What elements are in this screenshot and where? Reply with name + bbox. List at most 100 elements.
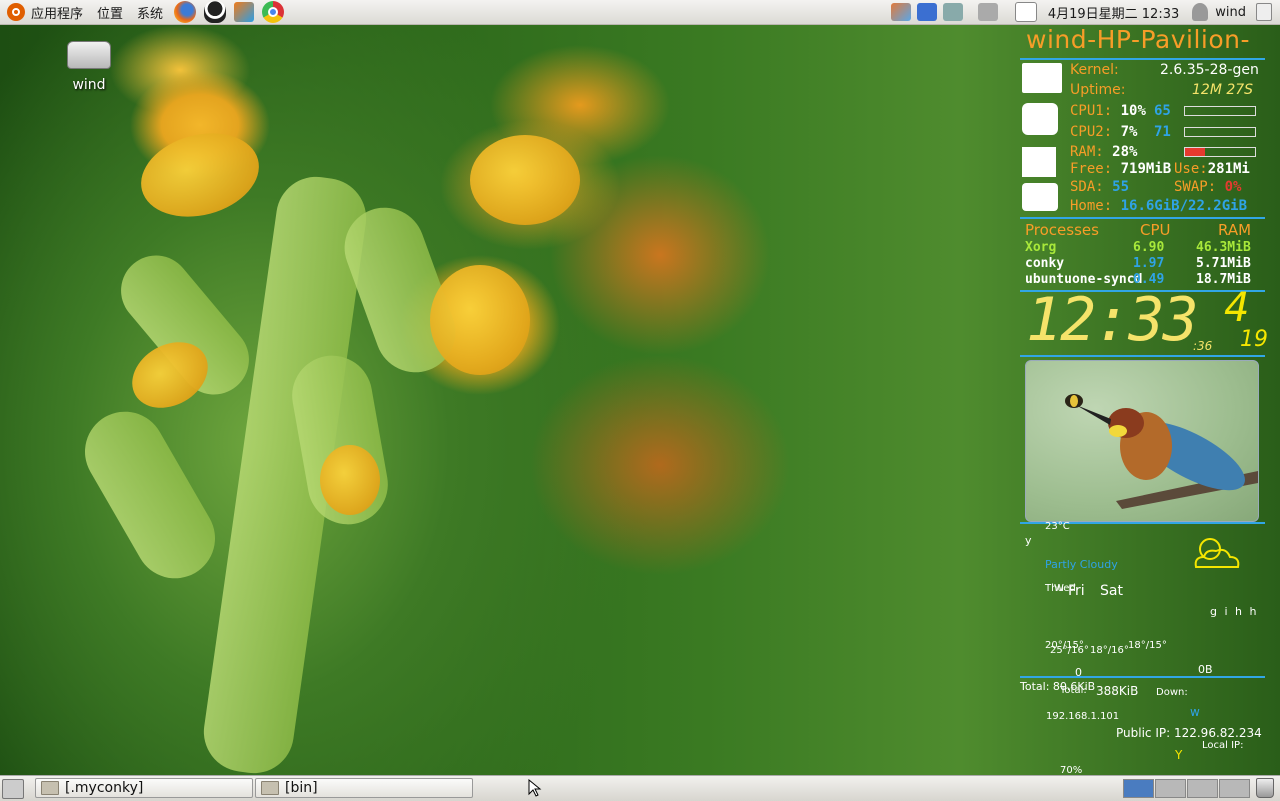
applications-menu[interactable]: 应用程序 [0, 0, 90, 24]
use-value: 281Mi [1207, 161, 1250, 177]
flower-bud-shape [131, 120, 269, 230]
workspace-4[interactable] [1219, 779, 1250, 798]
sda-value: 55 [1112, 179, 1130, 195]
battery-icon[interactable] [942, 3, 963, 21]
workspace-2[interactable] [1155, 779, 1186, 798]
forecast-day-fri: Fri [1068, 583, 1085, 599]
bird-photo [1025, 360, 1259, 522]
fetion-icon[interactable] [234, 2, 255, 22]
net-ob: 0B [1198, 663, 1213, 676]
bottom-panel: [.myconky] [bin] [0, 775, 1280, 801]
flower-bud-shape [320, 445, 380, 515]
home-folder-label: wind [72, 77, 106, 93]
home-folder-icon[interactable]: wind [62, 41, 116, 93]
system-tray: 4月19日星期二 12:33 wind [888, 0, 1280, 24]
processes-ram-header: RAM [1218, 221, 1252, 239]
forecast-range-3: 18°/16° [1090, 645, 1129, 656]
clock[interactable]: 4月19日星期二 12:33 [1048, 3, 1179, 22]
chrome-icon[interactable] [262, 1, 285, 23]
folder-icon [41, 781, 59, 795]
cpu1-value: 10% [1120, 103, 1146, 119]
taskbar-item-myconky[interactable]: [.myconky] [35, 778, 253, 798]
processes-cpu-header: CPU [1140, 221, 1171, 239]
weather-condition: Partly Cloudy [1045, 558, 1118, 571]
ram-value: 28% [1112, 144, 1138, 160]
show-desktop-icon[interactable] [2, 779, 24, 799]
kernel-value: 2.6.35-28-gen [1160, 62, 1259, 78]
network-signal-icon[interactable] [916, 3, 937, 21]
processes-header: Processes [1025, 221, 1099, 239]
conky-panel: wind-HP-Pavilion- Kernel: 2.6.35-28-gen … [1018, 25, 1268, 776]
weather-temperature: 23°C [1045, 521, 1070, 532]
messenger-tray-icon[interactable] [890, 3, 911, 21]
kernel-label: Kernel: [1070, 62, 1119, 78]
use-label: Use: [1174, 161, 1208, 177]
places-menu[interactable]: 位置 [90, 0, 130, 24]
divider [1020, 58, 1265, 60]
workspace-1[interactable] [1123, 779, 1154, 798]
ubuntu-logo-icon [7, 3, 25, 21]
home-usage-label: Home: [1070, 198, 1113, 214]
firefox-icon[interactable] [174, 1, 197, 23]
stem-shape [70, 397, 230, 593]
volume-icon[interactable] [977, 3, 998, 21]
forecast-icons-text: g i h h [1210, 605, 1259, 618]
net-y-glyph: Y [1175, 748, 1183, 762]
applications-menu-label: 应用程序 [31, 6, 84, 22]
trash-icon[interactable] [1256, 778, 1274, 798]
monitor-icon [1022, 63, 1062, 93]
swap-value: 0% [1224, 179, 1242, 195]
harddisk-icon [1022, 183, 1058, 211]
net-w-glyph: w [1190, 705, 1200, 719]
sda-label: SDA: [1070, 179, 1104, 195]
local-ip-value: 192.168.1.101 [1046, 711, 1120, 722]
cpu1-label: CPU1: [1070, 103, 1113, 119]
ram-label: RAM: [1070, 144, 1104, 160]
net-down-label: Down: [1156, 687, 1188, 698]
cpu1-freq: 65 [1154, 103, 1171, 119]
system-menu-label: 系统 [137, 6, 164, 22]
qq-icon[interactable] [204, 1, 227, 23]
cpu-icon [1022, 103, 1058, 135]
system-menu[interactable]: 系统 [130, 0, 170, 24]
power-icon[interactable] [1256, 3, 1272, 21]
uptime-value: 12M 27S [1192, 82, 1254, 98]
ram-bar [1184, 147, 1256, 157]
big-clock-time: 12:33 [1026, 285, 1199, 355]
taskbar-item-label: [.myconky] [65, 780, 144, 796]
hostname: wind-HP-Pavilion- [1026, 25, 1251, 54]
public-ip: Public IP: 122.96.82.234 [1116, 726, 1262, 740]
big-clock-day: 19 [1240, 327, 1268, 352]
big-clock-seconds: :36 [1193, 339, 1213, 353]
net-upload: 388KiB [1096, 684, 1139, 698]
drive-icon [67, 41, 111, 69]
process-ram: 5.71MiB [1196, 256, 1251, 271]
mail-icon[interactable] [1014, 2, 1037, 22]
free-value: 719MiB [1120, 161, 1172, 177]
forecast-range-2: 25°/16° [1050, 645, 1089, 656]
process-name: Xorg [1025, 240, 1057, 255]
home-usage-value: 16.6GiB/22.2GiB [1120, 198, 1248, 214]
taskbar-item-bin[interactable]: [bin] [255, 778, 473, 798]
workspace-3[interactable] [1187, 779, 1218, 798]
free-label: Free: [1070, 161, 1113, 177]
partly-cloudy-icon [1190, 531, 1242, 575]
taskbar-item-label: [bin] [285, 780, 318, 796]
process-ram: 46.3MiB [1196, 240, 1251, 255]
user-icon [1192, 3, 1209, 21]
process-cpu: 1.97 [1133, 256, 1165, 271]
cpu2-value: 7% [1120, 124, 1138, 140]
forecast-day-sat: Sat [1100, 583, 1123, 599]
divider [1020, 217, 1265, 219]
big-clock-weekday: 4 [1224, 285, 1250, 331]
uptime-label: Uptime: [1070, 82, 1126, 98]
user-name[interactable]: wind [1215, 5, 1246, 20]
local-ip-label: Local IP: [1202, 740, 1244, 751]
weather-glyph: y [1025, 534, 1032, 547]
ram-icon [1022, 147, 1056, 177]
process-name: conky [1025, 256, 1065, 271]
swap-label: SWAP: [1174, 179, 1217, 195]
folder-icon [261, 781, 279, 795]
top-panel: 应用程序 位置 系统 4月19日星期二 12:33 wind [0, 0, 1280, 25]
cpu2-graph [1184, 127, 1256, 137]
